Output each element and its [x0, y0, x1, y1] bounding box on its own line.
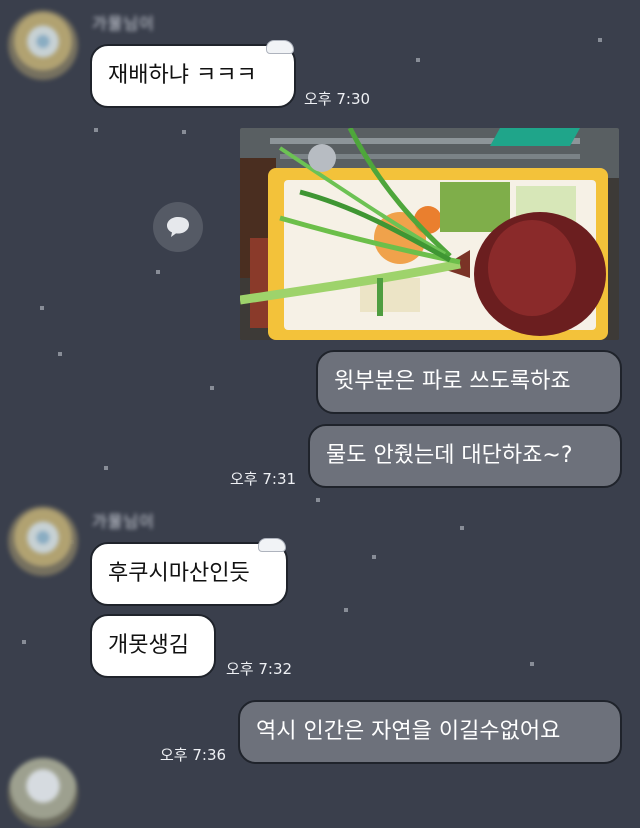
avatar[interactable] [8, 758, 78, 828]
snow-cap-decoration [258, 538, 286, 552]
onion-photo-image [240, 128, 619, 340]
sender-name: 가물님이 [92, 14, 155, 33]
message-bubble-incoming[interactable]: 후쿠시마산인듯 [90, 542, 288, 606]
message-timestamp: 오후 7:32 [226, 660, 293, 678]
message-timestamp: 오후 7:31 [230, 470, 297, 488]
sender-name: 가물님이 [92, 512, 155, 531]
message-bubble-outgoing[interactable]: 윗부분은 파로 쓰도록하죠 [316, 350, 622, 414]
message-text: 재배하냐 ㅋㅋㅋ [108, 63, 257, 88]
snow-cap-decoration [266, 40, 294, 54]
message-text: 물도 안줬는데 대단하죠~? [326, 443, 573, 468]
message-text: 역시 인간은 자연을 이길수없어요 [256, 719, 561, 744]
message-text: 윗부분은 파로 쓰도록하죠 [334, 369, 571, 394]
message-bubble-outgoing[interactable]: 역시 인간은 자연을 이길수없어요 [238, 700, 622, 764]
message-bubble-incoming[interactable]: 재배하냐 ㅋㅋㅋ [90, 44, 296, 108]
avatar[interactable] [8, 10, 78, 80]
message-bubble-incoming[interactable]: 개못생김 [90, 614, 216, 678]
message-timestamp: 오후 7:30 [304, 90, 371, 108]
message-timestamp: 오후 7:36 [160, 746, 227, 764]
message-text: 후쿠시마산인듯 [108, 561, 250, 586]
speech-bubble-icon [167, 217, 189, 237]
avatar[interactable] [8, 506, 78, 576]
message-bubble-outgoing[interactable]: 물도 안줬는데 대단하죠~? [308, 424, 622, 488]
shared-photo[interactable] [240, 128, 619, 340]
message-text: 개못생김 [108, 633, 189, 658]
share-button[interactable] [153, 202, 203, 252]
